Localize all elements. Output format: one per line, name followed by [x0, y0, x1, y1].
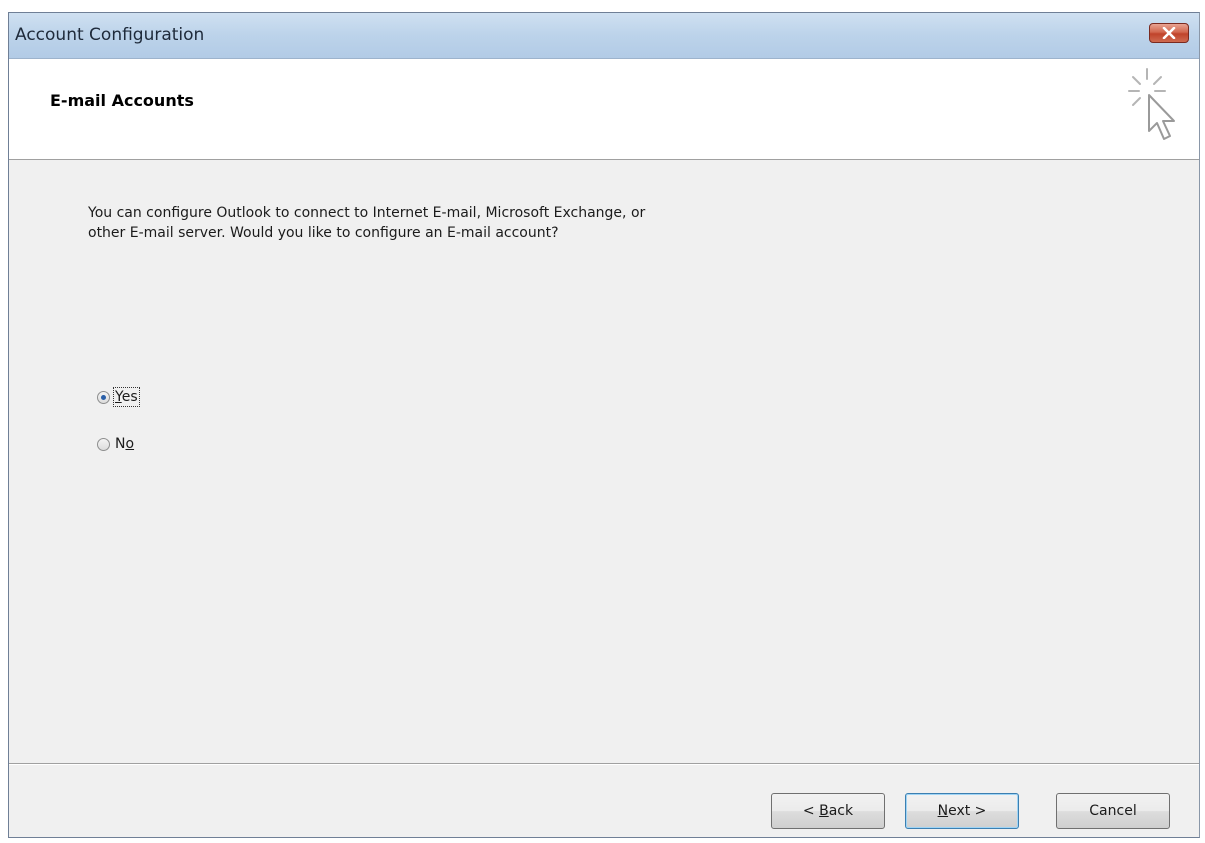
- intro-line-2: other E-mail server. Would you like to c…: [88, 225, 559, 241]
- close-icon: [1162, 27, 1176, 39]
- intro-text: You can configure Outlook to connect to …: [88, 203, 808, 243]
- wizard-content: You can configure Outlook to connect to …: [9, 160, 1199, 760]
- cancel-button[interactable]: Cancel: [1056, 793, 1170, 829]
- wizard-cursor-icon: [1128, 68, 1175, 140]
- account-configuration-dialog: Account Configuration E-mail Accounts Yo…: [8, 12, 1200, 838]
- footer-divider: [9, 763, 1199, 765]
- close-button[interactable]: [1149, 23, 1189, 43]
- next-button[interactable]: Next >: [905, 793, 1019, 829]
- wizard-header: E-mail Accounts: [9, 59, 1199, 160]
- window-title: Account Configuration: [15, 25, 205, 45]
- title-bar[interactable]: Account Configuration: [9, 13, 1199, 59]
- radio-no[interactable]: No: [97, 436, 134, 452]
- radio-no-label[interactable]: No: [115, 436, 134, 452]
- radio-yes[interactable]: Yes: [97, 387, 140, 407]
- back-button[interactable]: < Back: [771, 793, 885, 829]
- radio-yes-button[interactable]: [97, 390, 110, 404]
- page-title: E-mail Accounts: [50, 91, 194, 110]
- radio-yes-label[interactable]: Yes: [113, 387, 140, 407]
- intro-line-1: You can configure Outlook to connect to …: [88, 205, 646, 221]
- radio-no-button[interactable]: [97, 437, 110, 451]
